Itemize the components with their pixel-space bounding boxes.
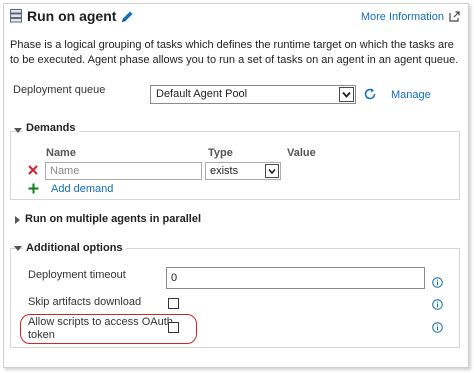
- info-icon[interactable]: [432, 322, 443, 333]
- manage-link[interactable]: Manage: [391, 89, 431, 101]
- phase-description: Phase is a logical grouping of tasks whi…: [10, 39, 459, 66]
- deployment-queue-label: Deployment queue: [13, 84, 106, 96]
- demand-name-placeholder: Name: [50, 165, 80, 177]
- collapse-triangle-icon[interactable]: [14, 128, 22, 133]
- chevron-down-icon: [265, 164, 279, 178]
- skip-artifacts-checkbox[interactable]: [168, 298, 179, 309]
- deployment-timeout-input[interactable]: 0: [166, 267, 425, 289]
- parallel-heading[interactable]: Run on multiple agents in parallel: [22, 213, 205, 225]
- expand-triangle-icon[interactable]: [15, 216, 20, 224]
- column-header-value: Value: [287, 147, 316, 159]
- demand-name-input[interactable]: Name: [45, 162, 202, 180]
- demands-heading[interactable]: Demands: [23, 122, 79, 134]
- external-link-icon[interactable]: [449, 11, 460, 22]
- add-demand-link[interactable]: Add demand: [51, 183, 113, 195]
- deployment-queue-select[interactable]: Default Agent Pool: [150, 85, 356, 104]
- collapse-triangle-icon[interactable]: [14, 246, 22, 251]
- info-icon[interactable]: [432, 277, 443, 288]
- info-icon[interactable]: [432, 299, 443, 310]
- refresh-icon[interactable]: [363, 87, 377, 101]
- additional-options-heading[interactable]: Additional options: [23, 242, 126, 254]
- column-header-name: Name: [46, 147, 76, 159]
- column-header-type: Type: [208, 147, 233, 159]
- server-icon: [10, 9, 22, 23]
- page-title: Run on agent: [27, 8, 117, 24]
- demand-type-select[interactable]: exists: [205, 162, 281, 180]
- oauth-highlight-annotation: [20, 314, 197, 344]
- deployment-queue-value: Default Agent Pool: [156, 88, 248, 100]
- close-icon[interactable]: [28, 165, 38, 175]
- deployment-timeout-value: 0: [171, 272, 178, 284]
- deployment-timeout-label: Deployment timeout: [28, 269, 126, 281]
- chevron-down-icon: [339, 87, 354, 102]
- plus-icon[interactable]: [28, 183, 39, 194]
- skip-artifacts-label: Skip artifacts download: [28, 296, 142, 308]
- more-information-link[interactable]: More Information: [361, 11, 444, 23]
- demand-type-value: exists: [210, 165, 239, 177]
- pencil-icon[interactable]: [121, 10, 134, 23]
